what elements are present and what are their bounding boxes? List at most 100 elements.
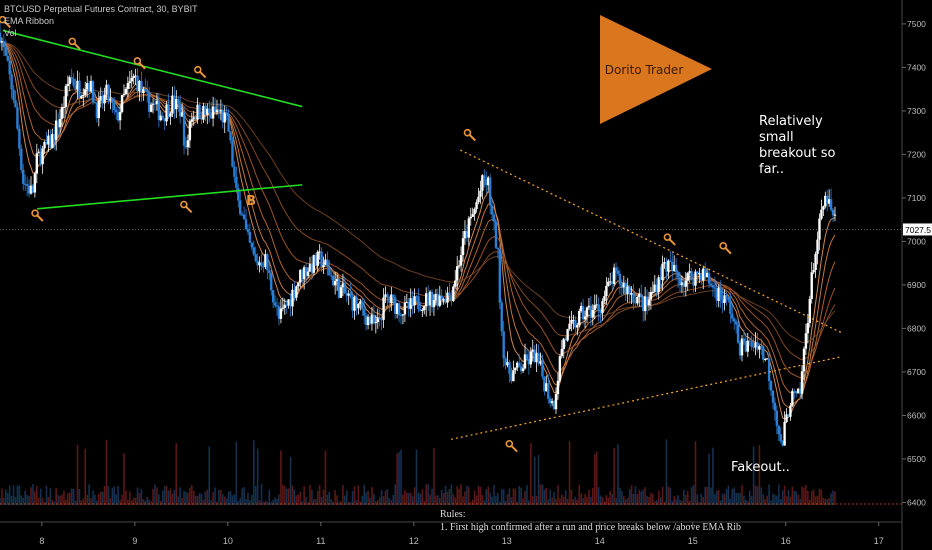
candle-body (60, 107, 64, 119)
volume-bar (714, 494, 716, 505)
volume-bar (768, 484, 770, 505)
volume-bar (266, 501, 269, 505)
volume-bar (776, 495, 778, 505)
volume-bar (1, 488, 3, 505)
volume-bar (309, 485, 311, 505)
volume-bar (98, 494, 100, 505)
volume-bar (16, 485, 19, 505)
candle-body (235, 176, 238, 188)
volume-bar (611, 494, 613, 505)
volume-bar (481, 495, 484, 505)
volume-bar (373, 493, 375, 505)
candle-body (320, 251, 323, 267)
volume-bar (584, 494, 586, 505)
candle-body (326, 259, 329, 267)
volume-bar (686, 490, 689, 505)
volume-bar (37, 497, 40, 505)
candle-body (777, 425, 780, 435)
volume-bar (152, 488, 154, 505)
rules-title: Rules: (440, 509, 466, 520)
volume-bar (34, 491, 36, 505)
volume-bar (684, 494, 687, 505)
volume-bar (22, 497, 25, 505)
ema-line (0, 41, 836, 394)
volume-bar (262, 501, 265, 505)
volume-bar (241, 488, 243, 505)
volume-bar (45, 485, 48, 505)
volume-bar (743, 495, 745, 505)
volume-bar (280, 450, 282, 505)
volume-bar (283, 485, 286, 505)
candle-body (771, 390, 775, 403)
volume-bar (619, 487, 621, 505)
candle-body (423, 306, 426, 311)
candle-body (649, 292, 653, 300)
candle-body (556, 380, 560, 395)
candle-body (190, 119, 193, 122)
volume-bar (340, 501, 342, 505)
volume-bar (94, 494, 96, 505)
candle-body (473, 209, 476, 215)
candle-body (120, 95, 124, 112)
volume-bar (123, 453, 125, 505)
volume-bar (324, 450, 327, 505)
volume-bar (661, 486, 664, 505)
volume-bar (101, 491, 104, 505)
candle-body (494, 221, 498, 248)
volume-bar (359, 501, 362, 505)
candle-body (454, 280, 457, 287)
candle-body (273, 302, 277, 306)
volume-bar (179, 487, 181, 505)
volume-bar (146, 497, 149, 505)
volume-bar (76, 444, 79, 505)
candle-body (382, 297, 385, 320)
volume-bar (63, 490, 65, 505)
volume-bar (632, 493, 635, 505)
candle-body (361, 301, 364, 310)
volume-bar (167, 490, 170, 505)
candle-body (647, 299, 651, 306)
volume-bar (386, 488, 389, 505)
volume-bar (437, 495, 439, 505)
volume-bar (495, 495, 497, 505)
volume-bar (628, 489, 631, 505)
volume-bar (285, 488, 288, 505)
volume-bar (737, 493, 739, 505)
volume-bar (287, 488, 290, 505)
candle-body (767, 358, 771, 382)
price-chart[interactable]: B Dorito Trader 6400 6500 6600 6700 6800 6900… (0, 0, 932, 550)
volume-bar (400, 449, 402, 505)
volume-bar (440, 489, 443, 505)
volume-bar (489, 492, 491, 505)
candle-body (820, 209, 823, 219)
volume-bar (8, 485, 11, 505)
candle-body (432, 300, 436, 308)
volume-bar (299, 491, 302, 505)
candle-body (725, 295, 728, 298)
volume-bar (657, 490, 660, 505)
volume-bar (427, 484, 429, 505)
volume-bar (435, 495, 437, 505)
volume-bar (251, 494, 253, 505)
volume-bar (338, 501, 340, 505)
candle-body (225, 112, 228, 114)
volume-bar (330, 499, 333, 505)
volume-bar (750, 495, 753, 505)
candle-body (2, 41, 6, 48)
volume-bar (702, 497, 705, 505)
candle-body (800, 371, 804, 394)
volume-bar (748, 490, 751, 505)
volume-bar (797, 494, 799, 505)
y-tick-label: 7000 (907, 236, 926, 246)
candle-body (769, 381, 773, 391)
candle-body (386, 294, 389, 298)
volume-bar (621, 491, 623, 505)
volume-bar (421, 489, 424, 505)
volume-bar (254, 485, 257, 505)
volume-bar (407, 493, 410, 505)
volume-bar (812, 489, 815, 505)
volume-bar (200, 493, 203, 505)
candle-body (306, 271, 310, 276)
candle-body (601, 300, 604, 313)
volume-bar (723, 494, 726, 505)
